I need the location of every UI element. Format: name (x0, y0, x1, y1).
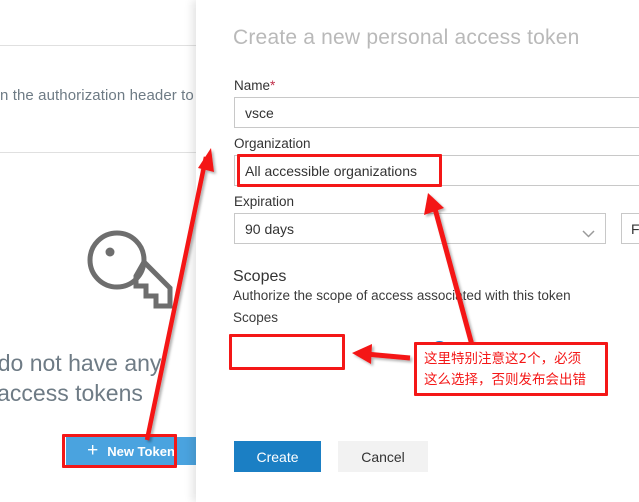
expiration-value: 90 days (245, 221, 294, 237)
radio-unselected-icon (431, 376, 448, 393)
create-token-dialog: Create a new personal access token Name*… (196, 0, 639, 502)
empty-state-line-1: u do not have any (0, 350, 161, 376)
key-icon (84, 228, 180, 314)
name-field-label: Name* (234, 78, 275, 93)
organization-field-label: Organization (234, 136, 311, 151)
organization-input[interactable]: All accessible organizations (234, 155, 639, 186)
radio-full-access[interactable]: Full access (431, 341, 532, 358)
chevron-down-icon (582, 225, 595, 233)
scopes-sublabel: Scopes (233, 310, 278, 325)
new-token-button-label: New Token (107, 444, 175, 459)
scopes-heading: Scopes (233, 268, 286, 286)
plus-icon: + (87, 441, 98, 460)
screenshot-stage: n the authorization header to u do not h… (0, 0, 639, 502)
new-token-button[interactable]: + New Token (66, 437, 196, 465)
radio-custom-defined[interactable]: Custom defined (431, 376, 561, 393)
divider-bottom (0, 152, 196, 153)
empty-state-title: u do not have any access tokens (0, 348, 196, 408)
expiration-adjacent-button[interactable]: F (621, 213, 639, 244)
name-label-text: Name (234, 78, 270, 93)
radio-selected-icon (431, 341, 448, 358)
name-input[interactable]: vsce (234, 97, 639, 128)
background-page: n the authorization header to u do not h… (0, 0, 196, 502)
expiration-select[interactable]: 90 days (234, 213, 606, 244)
radio-custom-defined-label: Custom defined (459, 377, 561, 393)
dialog-title: Create a new personal access token (233, 26, 580, 50)
divider-top (0, 45, 196, 46)
authorization-header-description: n the authorization header to (0, 87, 196, 104)
scopes-description: Authorize the scope of access associated… (233, 288, 571, 303)
empty-state-line-2: access tokens (0, 378, 196, 408)
create-button[interactable]: Create (234, 441, 321, 472)
expiration-field-label: Expiration (234, 194, 294, 209)
cancel-button[interactable]: Cancel (338, 441, 428, 472)
required-asterisk: * (270, 78, 275, 93)
radio-full-access-label: Full access (459, 342, 532, 358)
